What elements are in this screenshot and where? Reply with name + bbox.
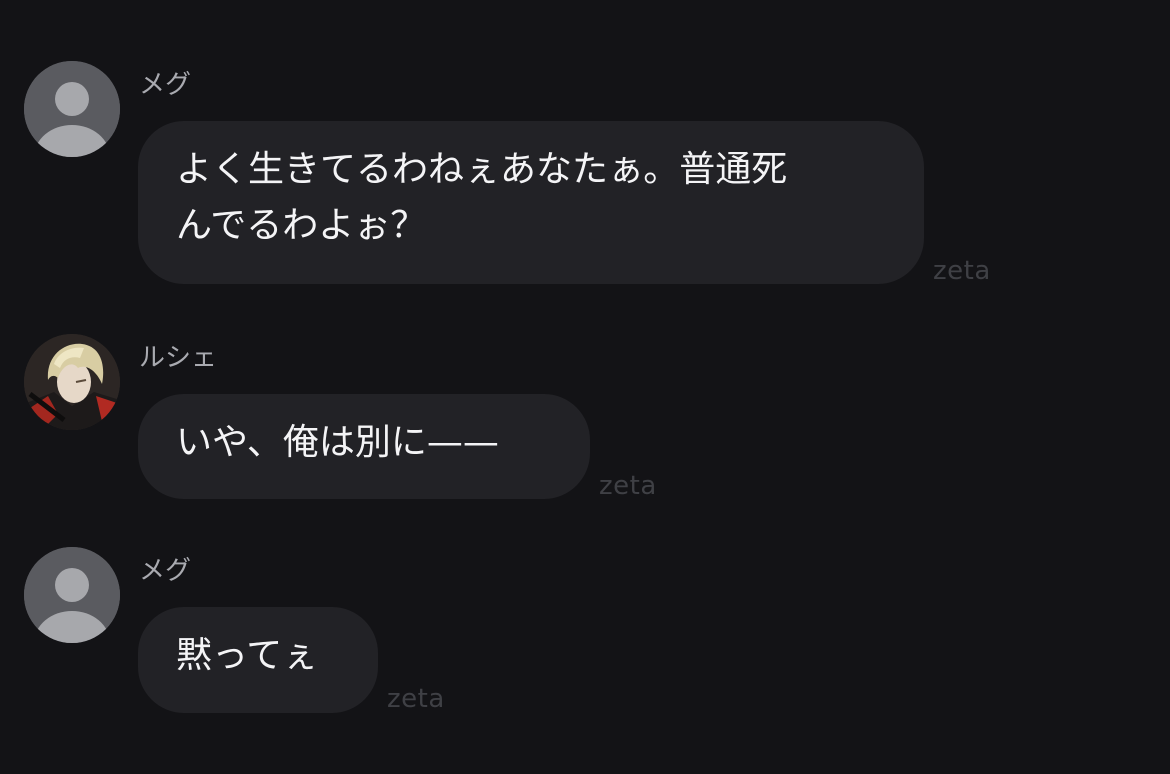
- default-user-icon: [24, 61, 120, 157]
- model-tag: zeta: [387, 684, 445, 714]
- message-bubble[interactable]: よく生きてるわねぇあなたぁ。普通死 んでるわよぉ？: [138, 121, 924, 284]
- chat-thread: メグ よく生きてるわねぇあなたぁ。普通死 んでるわよぉ？ zeta ルシェ いや…: [0, 0, 1170, 774]
- avatar[interactable]: [24, 334, 120, 430]
- message-bubble[interactable]: 黙ってぇ: [138, 607, 378, 713]
- avatar[interactable]: [24, 61, 120, 157]
- message-bubble[interactable]: いや、俺は別に——: [138, 394, 590, 499]
- sender-name: メグ: [139, 70, 192, 100]
- model-tag: zeta: [933, 256, 991, 286]
- sender-name: ルシェ: [139, 343, 218, 373]
- model-tag: zeta: [599, 471, 657, 501]
- default-user-icon: [24, 547, 120, 643]
- sender-name: メグ: [139, 556, 192, 586]
- character-portrait-icon: [24, 334, 120, 430]
- avatar[interactable]: [24, 547, 120, 643]
